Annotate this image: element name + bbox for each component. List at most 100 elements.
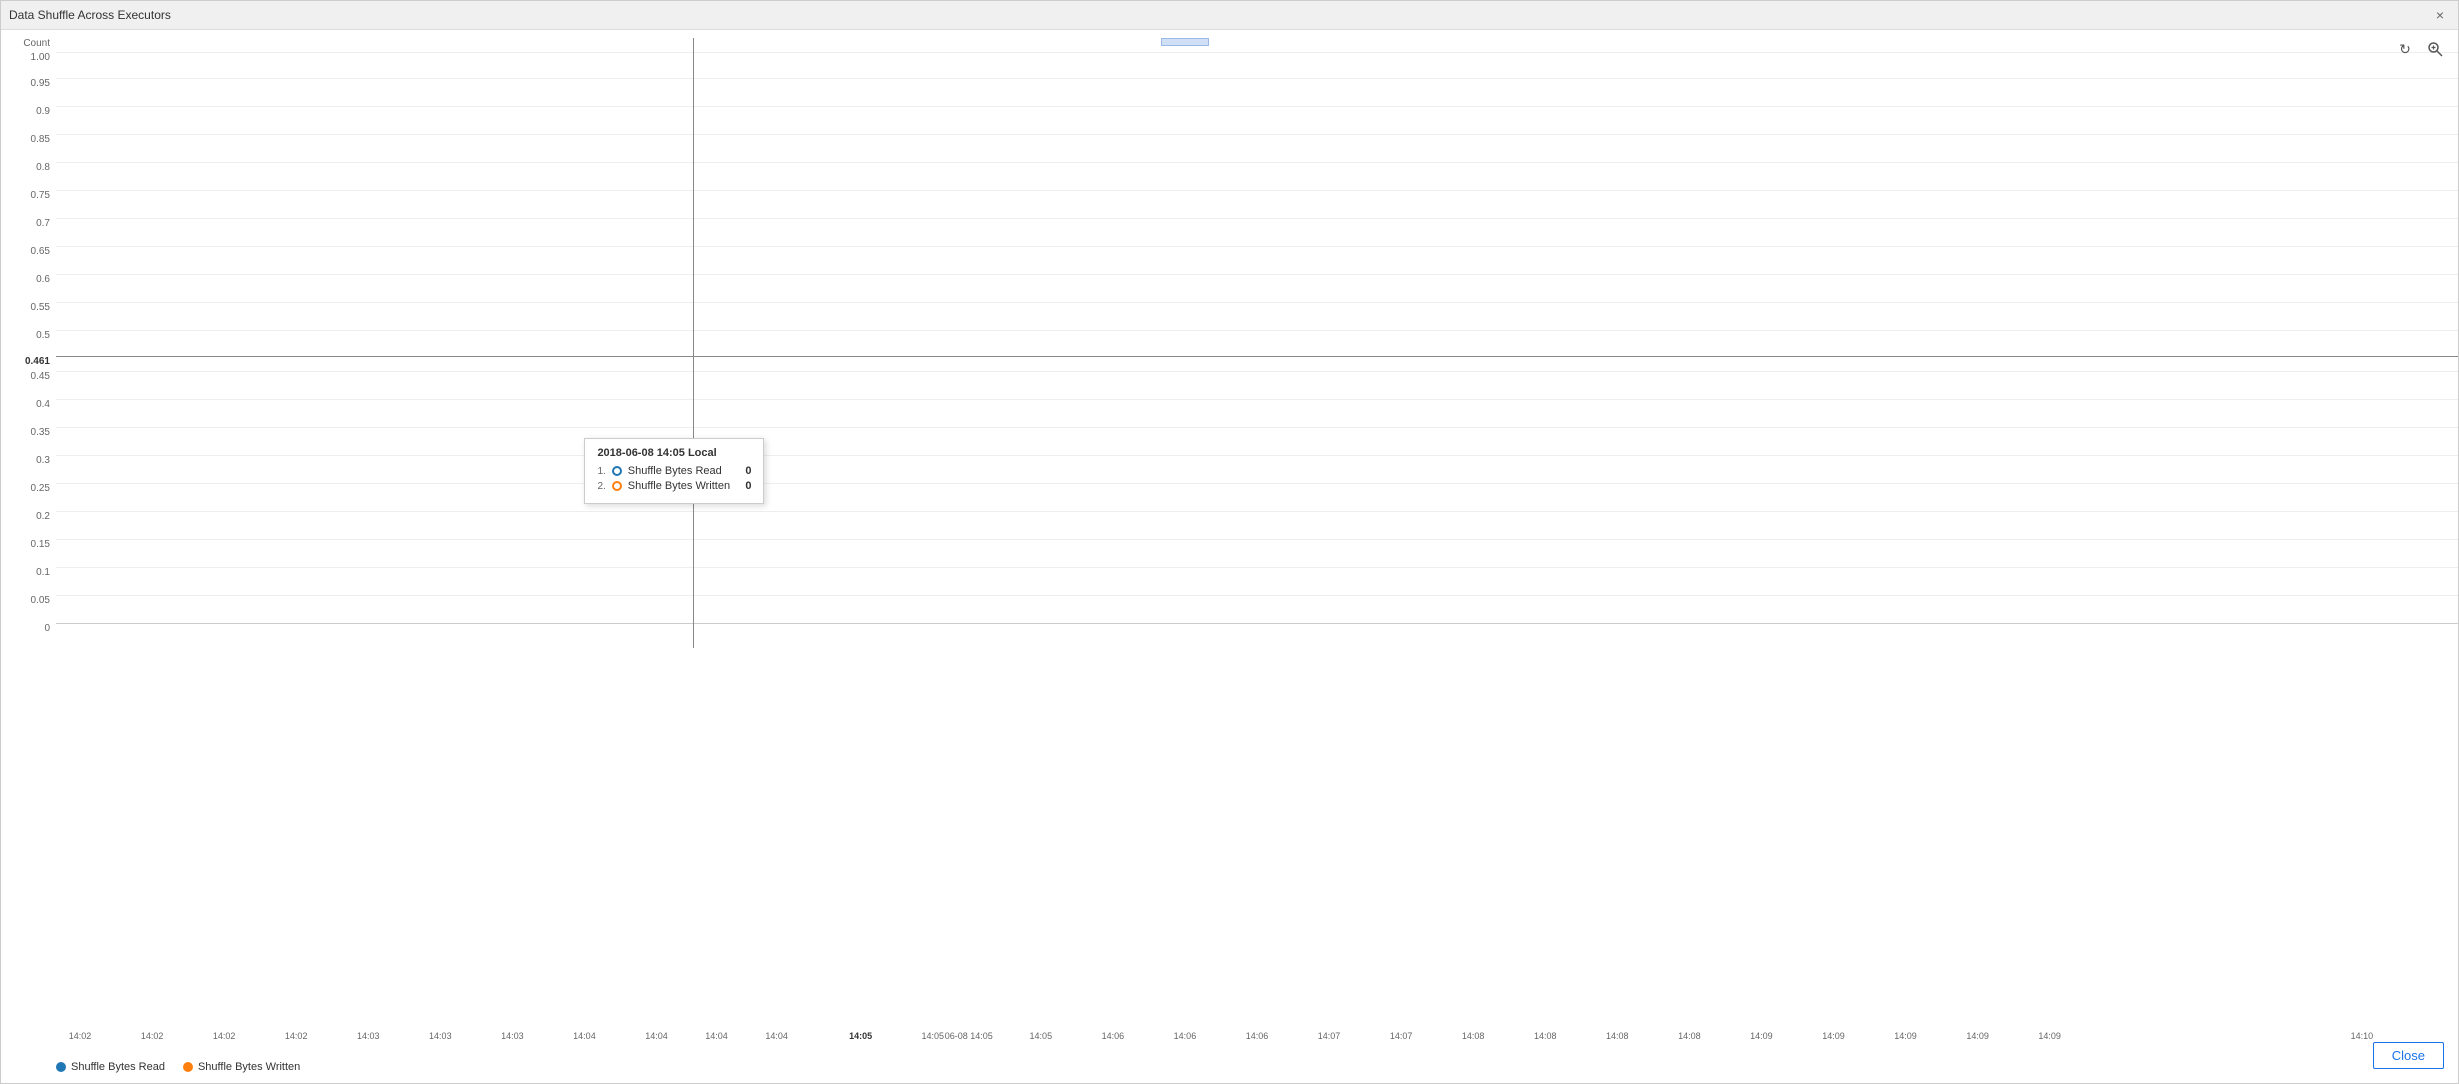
x-tick-14: 06-08 14:05 (945, 1031, 993, 1041)
grid-line-8 (56, 246, 2458, 247)
tooltip-value-written: 0 (745, 480, 751, 492)
tooltip-row-2: 2. Shuffle Bytes Written 0 (597, 480, 751, 492)
legend-label-written: Shuffle Bytes Written (198, 1061, 300, 1073)
close-button[interactable]: Close (2373, 1042, 2444, 1069)
tooltip-label-read: Shuffle Bytes Read (628, 465, 740, 477)
y-tick-05: 0.5 (36, 330, 50, 341)
zoom-icon (2427, 41, 2443, 57)
y-tick-03: 0.3 (36, 455, 50, 466)
legend-item-read: Shuffle Bytes Read (56, 1061, 165, 1073)
brush-indicator[interactable] (1161, 38, 1209, 46)
y-tick-065: 0.65 (31, 246, 50, 257)
x-tick-25: 14:09 (1750, 1031, 1773, 1041)
x-tick-29: 14:09 (2038, 1031, 2061, 1041)
y-tick-01: 0.1 (36, 567, 50, 578)
x-tick-22: 14:08 (1534, 1031, 1557, 1041)
x-tick-17: 14:06 (1174, 1031, 1197, 1041)
grid-line-9 (56, 274, 2458, 275)
y-tick-09: 0.9 (36, 106, 50, 117)
y-tick-08: 0.8 (36, 162, 50, 173)
grid-line-21 (56, 623, 2458, 624)
window-title: Data Shuffle Across Executors (9, 8, 171, 22)
grid-line-11 (56, 330, 2458, 331)
main-window: Data Shuffle Across Executors × ↻ Count … (0, 0, 2459, 1084)
y-tick-075: 0.75 (31, 190, 50, 201)
x-tick-18: 14:06 (1246, 1031, 1269, 1041)
grid-line-10 (56, 302, 2458, 303)
grid-line-4 (56, 134, 2458, 135)
zoom-button[interactable] (2424, 38, 2446, 60)
y-axis: Count 1.00 0.95 0.9 0.85 0.8 0.75 0.7 0.… (1, 38, 56, 1027)
grid-line-7 (56, 218, 2458, 219)
x-tick-24: 14:08 (1678, 1031, 1701, 1041)
chart-plot[interactable]: 2018-06-08 14:05 Local 1. Shuffle Bytes … (56, 38, 2458, 648)
grid-line-13 (56, 399, 2458, 400)
x-tick-30: 14:10 (2351, 1031, 2374, 1041)
y-tick-035: 0.35 (31, 427, 50, 438)
grid-line-12 (56, 371, 2458, 372)
y-tick-085: 0.85 (31, 134, 50, 145)
grid-line-1 (56, 52, 2458, 53)
x-tick-13: 14:05 (921, 1031, 944, 1041)
legend: Shuffle Bytes Read Shuffle Bytes Written (1, 1055, 2458, 1083)
tooltip-dot-read (612, 466, 622, 476)
refresh-button[interactable]: ↻ (2394, 38, 2416, 60)
grid-line-14 (56, 427, 2458, 428)
legend-dot-read (56, 1062, 66, 1072)
window-close-icon[interactable]: × (2430, 5, 2450, 25)
tooltip-row-1: 1. Shuffle Bytes Read 0 (597, 465, 751, 477)
x-tick-15: 14:05 (1030, 1031, 1053, 1041)
grid-line-20 (56, 595, 2458, 596)
x-tick-19: 14:07 (1318, 1031, 1341, 1041)
x-tick-7: 14:03 (501, 1031, 524, 1041)
x-tick-10: 14:04 (705, 1031, 728, 1041)
grid-line-18 (56, 539, 2458, 540)
x-tick-4: 14:02 (285, 1031, 308, 1041)
y-tick-055: 0.55 (31, 302, 50, 313)
tooltip-index-1: 1. (597, 466, 605, 477)
grid-line-6 (56, 190, 2458, 191)
x-tick-2: 14:02 (141, 1031, 164, 1041)
y-tick-0461: 0.461 (25, 356, 50, 367)
x-tick-5: 14:03 (357, 1031, 380, 1041)
legend-item-written: Shuffle Bytes Written (183, 1061, 300, 1073)
crosshair-vertical (693, 38, 694, 648)
x-tick-23: 14:08 (1606, 1031, 1629, 1041)
y-tick-04: 0.4 (36, 399, 50, 410)
title-bar: Data Shuffle Across Executors × (1, 1, 2458, 30)
tooltip-title: 2018-06-08 14:05 Local (597, 447, 751, 459)
y-tick-06: 0.6 (36, 274, 50, 285)
grid-line-3 (56, 106, 2458, 107)
tooltip-index-2: 2. (597, 481, 605, 492)
y-tick-045: 0.45 (31, 371, 50, 382)
y-tick-0: 0 (44, 623, 50, 634)
y-tick-005: 0.05 (31, 595, 50, 606)
y-axis-label: Count (23, 38, 50, 49)
x-tick-20: 14:07 (1390, 1031, 1413, 1041)
tooltip-label-written: Shuffle Bytes Written (628, 480, 740, 492)
legend-dot-written (183, 1062, 193, 1072)
y-tick-02: 0.2 (36, 511, 50, 522)
tooltip: 2018-06-08 14:05 Local 1. Shuffle Bytes … (584, 438, 764, 504)
crosshair-horizontal (56, 356, 2458, 357)
chart-container: ↻ Count 1.00 0.95 0.9 0.85 0.8 0.7 (1, 30, 2458, 1083)
y-tick-100: 1.00 (31, 52, 50, 63)
grid-line-15 (56, 455, 2458, 456)
x-tick-11: 14:04 (765, 1031, 788, 1041)
x-tick-26: 14:09 (1822, 1031, 1845, 1041)
x-tick-12: 14:05 (849, 1031, 872, 1041)
x-axis: 14:02 14:02 14:02 14:02 14:03 14:03 14:0… (56, 1027, 2458, 1055)
grid-line-5 (56, 162, 2458, 163)
tooltip-value-read: 0 (745, 465, 751, 477)
grid-line-19 (56, 567, 2458, 568)
toolbar-right: ↻ (2394, 38, 2446, 60)
grid-line-16 (56, 483, 2458, 484)
x-tick-8: 14:04 (573, 1031, 596, 1041)
x-tick-9: 14:04 (645, 1031, 668, 1041)
y-tick-025: 0.25 (31, 483, 50, 494)
y-tick-015: 0.15 (31, 539, 50, 550)
x-tick-27: 14:09 (1894, 1031, 1917, 1041)
x-tick-21: 14:08 (1462, 1031, 1485, 1041)
tooltip-dot-written (612, 481, 622, 491)
chart-area: Count 1.00 0.95 0.9 0.85 0.8 0.75 0.7 0.… (1, 38, 2458, 1027)
